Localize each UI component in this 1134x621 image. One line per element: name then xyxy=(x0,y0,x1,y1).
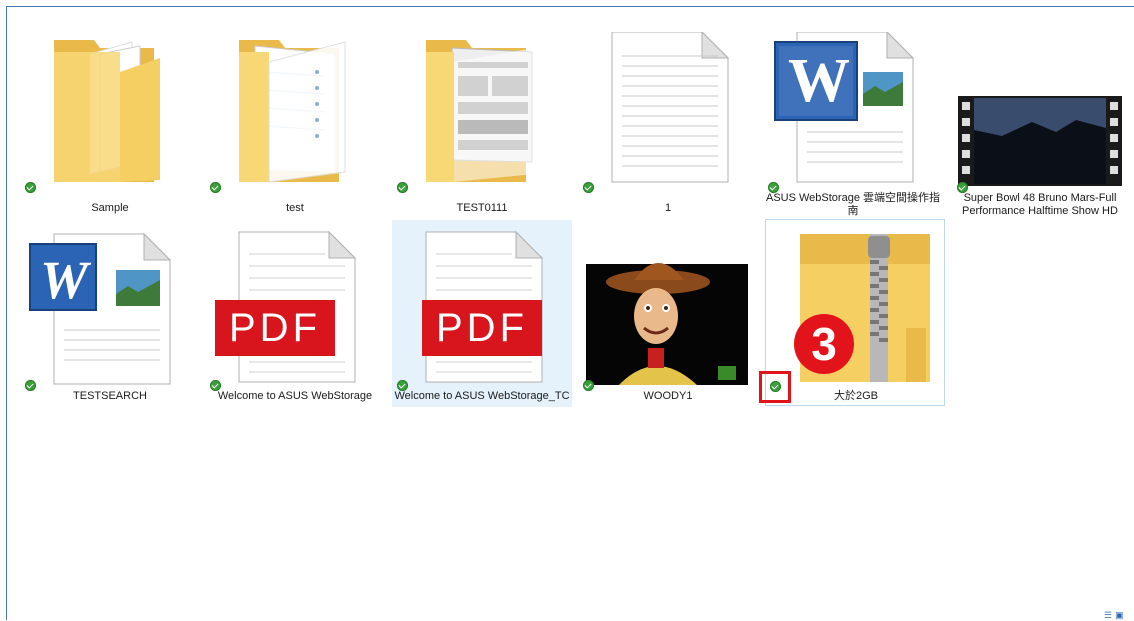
file-item-asus-webstorage-guide[interactable]: W ASUS WebStorage 雲端空間操作指南 xyxy=(763,32,943,219)
word-letter: W xyxy=(788,47,850,115)
item-label: 1 xyxy=(664,202,672,214)
video-thumbnail-icon xyxy=(958,96,1122,186)
file-item-testsearch[interactable]: W TESTSEARCH xyxy=(20,220,200,407)
item-label: test xyxy=(286,202,304,214)
item-label: 大於2GB xyxy=(833,390,878,402)
sync-ok-icon xyxy=(583,182,594,193)
item-label: TEST0111 xyxy=(456,202,508,214)
view-switcher: ☰▣ xyxy=(1104,610,1127,621)
sync-ok-icon xyxy=(210,182,221,193)
folder-icon xyxy=(426,40,534,182)
file-item-larger-than-2gb[interactable]: 3 大於2GB xyxy=(759,219,945,406)
item-label: ASUS WebStorage 雲端空間操作指南 xyxy=(765,192,940,217)
sync-ok-icon xyxy=(397,182,408,193)
pdf-label: PDF xyxy=(229,306,321,350)
pdf-label: PDF xyxy=(436,306,528,350)
text-document-icon xyxy=(611,32,730,183)
file-item-test[interactable]: test xyxy=(205,32,385,219)
details-view-icon[interactable]: ☰ xyxy=(1104,610,1115,620)
large-icons-view-icon[interactable]: ▣ xyxy=(1115,610,1127,620)
folder-icon xyxy=(54,40,160,182)
item-label: Welcome to ASUS WebStorage xyxy=(217,390,373,402)
item-label: WOODY1 xyxy=(643,390,693,402)
file-item-1[interactable]: 1 xyxy=(578,32,758,219)
sync-ok-icon xyxy=(25,182,36,193)
annotation-number-badge: 3 xyxy=(794,314,854,374)
file-item-woody1[interactable]: WOODY1 xyxy=(578,220,758,407)
file-item-welcome-tc-pdf[interactable]: PDF Welcome to ASUS WebStorage_TC xyxy=(392,220,572,407)
item-label: TESTSEARCH xyxy=(73,390,147,402)
file-item-test0111[interactable]: TEST0111 xyxy=(392,32,572,219)
file-item-super-bowl-video[interactable]: Super Bowl 48 Bruno Mars-Full Performanc… xyxy=(950,32,1130,219)
word-letter: W xyxy=(39,250,88,310)
item-label: Super Bowl 48 Bruno Mars-Full Performanc… xyxy=(962,192,1118,217)
item-label: Welcome to ASUS WebStorage_TC xyxy=(394,390,570,402)
zip-folder-icon xyxy=(800,234,930,382)
image-thumbnail-icon xyxy=(586,263,748,385)
file-item-sample[interactable]: Sample xyxy=(20,32,200,219)
file-item-welcome-pdf[interactable]: PDF Welcome to ASUS WebStorage xyxy=(205,220,385,407)
folder-icon xyxy=(239,40,346,183)
item-label: Sample xyxy=(91,202,129,214)
